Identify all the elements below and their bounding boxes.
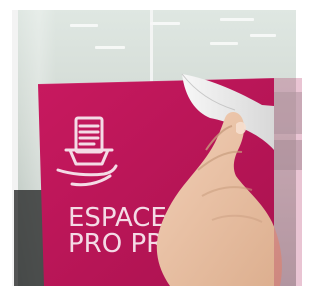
bottom-shadow xyxy=(14,190,44,286)
sign-shadow-right xyxy=(274,78,302,286)
glass-post xyxy=(150,10,153,88)
photo-scene: ESPACE PRO PRE xyxy=(12,10,302,286)
photo: ESPACE PRO PRE xyxy=(0,0,302,286)
